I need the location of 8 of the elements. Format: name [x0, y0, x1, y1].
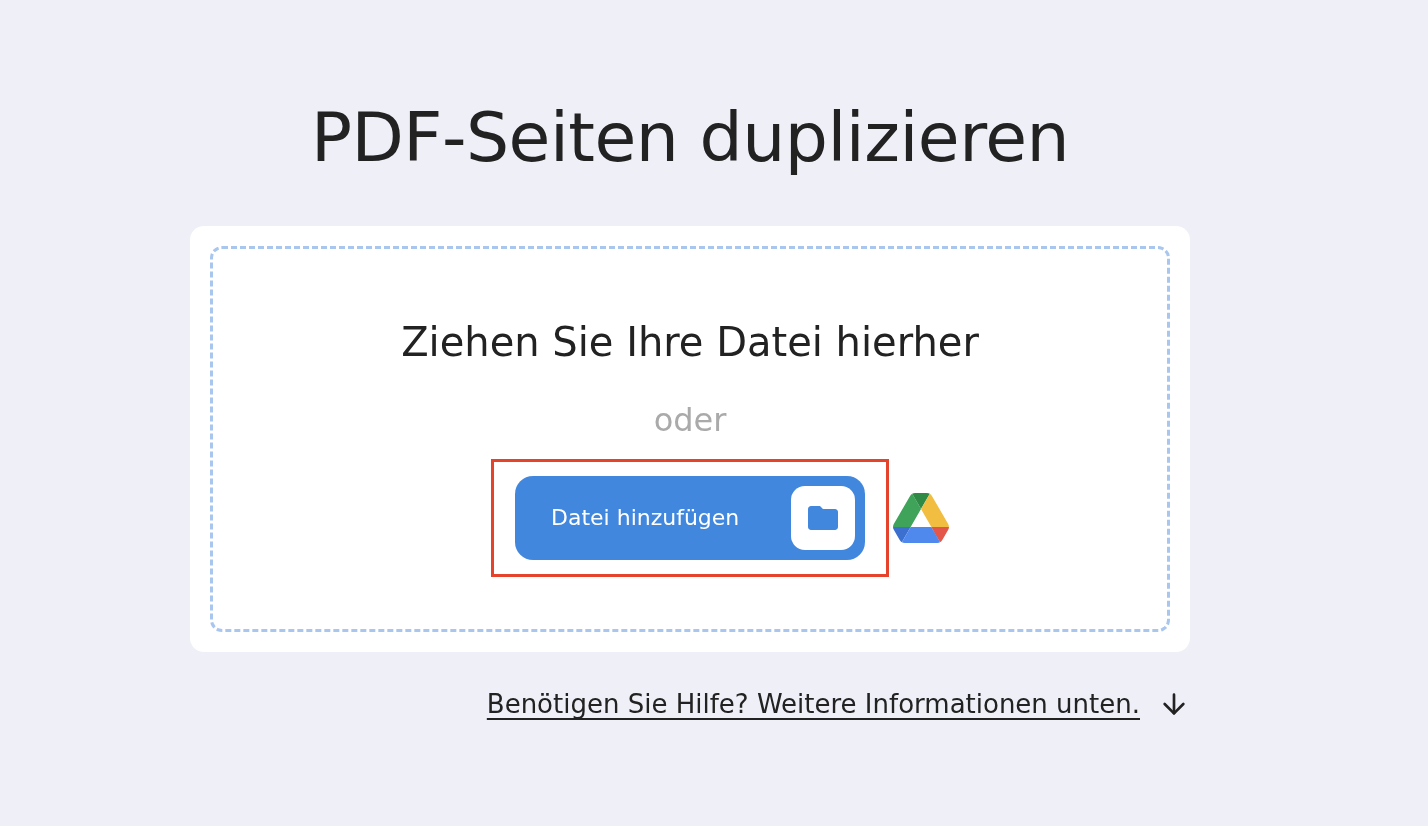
separator-text: oder: [653, 401, 727, 439]
page-title: PDF-Seiten duplizieren: [310, 98, 1070, 178]
help-link[interactable]: Benötigen Sie Hilfe? Weitere Informationen unten.: [486, 688, 1140, 720]
folder-icon: [791, 486, 855, 550]
drop-prompt: Ziehen Sie Ihre Datei hierher: [401, 318, 979, 366]
add-file-button[interactable]: Datei hinzufügen: [515, 476, 865, 560]
triangle-logo-icon[interactable]: [893, 493, 949, 543]
drop-zone[interactable]: Ziehen Sie Ihre Datei hierher oder Datei hinzufügen: [210, 246, 1170, 632]
